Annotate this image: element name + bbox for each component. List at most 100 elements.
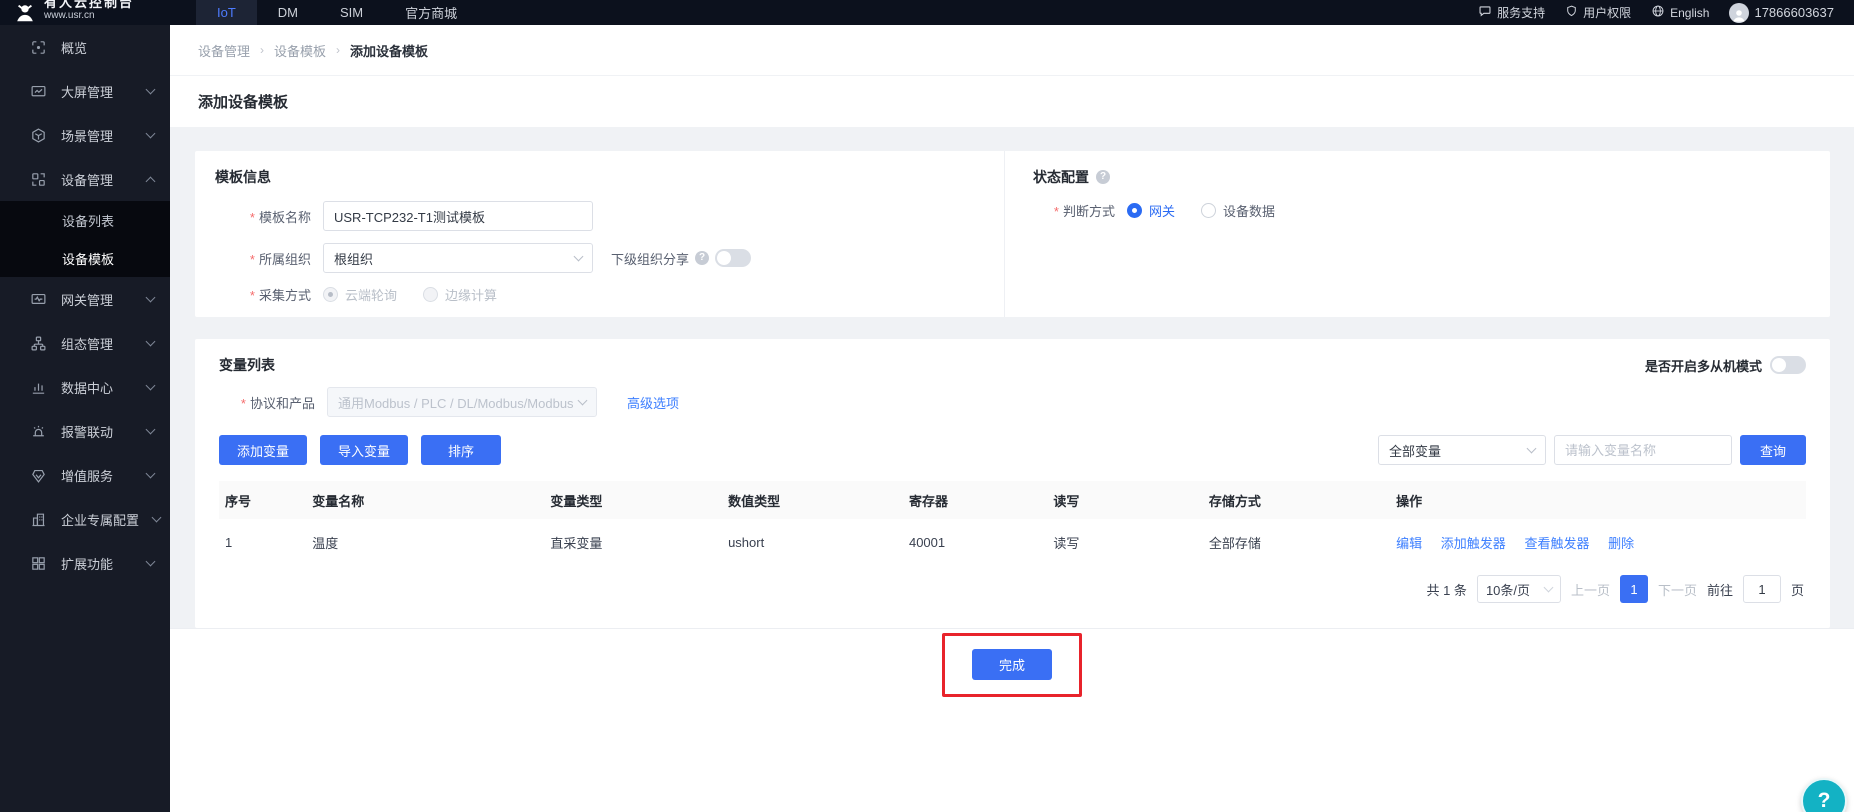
status-config-title: 状态配置 <box>1033 167 1830 187</box>
variable-search-input[interactable] <box>1554 435 1732 465</box>
variable-table: 序号 变量名称 变量类型 数值类型 寄存器 读写 存储方式 操作 1 温度 直采… <box>219 481 1806 565</box>
sidebar-item-device[interactable]: 设备管理 <box>0 157 170 201</box>
help-icon[interactable] <box>1096 170 1110 184</box>
sidebar-item-value-service[interactable]: 增值服务 <box>0 453 170 497</box>
cell-data-type: ushort <box>722 519 903 565</box>
radio-cloud-polling[interactable]: 云端轮询 <box>323 285 397 304</box>
radio-edge-computing[interactable]: 边缘计算 <box>423 285 497 304</box>
breadcrumb-current: 添加设备模板 <box>350 41 428 60</box>
scene-icon <box>30 127 47 144</box>
gateway-icon <box>30 291 47 308</box>
finish-button[interactable]: 完成 <box>972 649 1052 680</box>
sort-button[interactable]: 排序 <box>421 435 501 465</box>
next-page-button[interactable]: 下一页 <box>1658 580 1697 599</box>
edit-link[interactable]: 编辑 <box>1396 536 1422 551</box>
radio-icon <box>1127 203 1142 218</box>
enterprise-icon <box>30 511 47 528</box>
cell-type: 直采变量 <box>544 519 722 565</box>
add-variable-button[interactable]: 添加变量 <box>219 435 307 465</box>
sidebar-item-gateway[interactable]: 网关管理 <box>0 277 170 321</box>
chevron-down-icon <box>146 129 156 139</box>
org-select[interactable]: 根组织 <box>323 243 593 273</box>
support-menu[interactable]: 服务支持 <box>1478 4 1545 21</box>
cell-name: 温度 <box>306 519 544 565</box>
template-info-card: 模板信息 模板名称 所属组织 根组织 下级组织分享 采集方式 <box>195 151 1830 317</box>
chevron-down-icon <box>146 293 156 303</box>
footer-action-bar: 完成 <box>170 628 1854 812</box>
top-nav-tabs: IoT DM SIM 官方商城 <box>196 0 478 25</box>
sidebar: 概览 大屏管理 场景管理 设备管理 设备列表 设备模板 网关管理 组态管理 数据… <box>0 25 170 812</box>
template-name-label: 模板名称 <box>215 207 311 226</box>
sidebar-item-device-list[interactable]: 设备列表 <box>0 201 170 239</box>
topbar: 有人云控制台 www.usr.cn IoT DM SIM 官方商城 服务支持 用… <box>0 0 1854 25</box>
page-size-select[interactable]: 10条/页 <box>1477 575 1561 603</box>
chevron-down-icon <box>1543 582 1553 592</box>
bigscreen-icon <box>30 83 47 100</box>
sidebar-item-data-center[interactable]: 数据中心 <box>0 365 170 409</box>
col-no: 序号 <box>219 481 306 519</box>
goto-page-input[interactable] <box>1743 575 1781 603</box>
search-button[interactable]: 查询 <box>1740 435 1806 465</box>
sidebar-item-bigscreen[interactable]: 大屏管理 <box>0 69 170 113</box>
breadcrumb-device-template[interactable]: 设备模板 <box>274 41 326 60</box>
chevron-down-icon <box>146 381 156 391</box>
table-row: 1 温度 直采变量 ushort 40001 读写 全部存储 编辑 添加触发器 … <box>219 519 1806 565</box>
chevron-down-icon <box>574 251 584 261</box>
multi-slave-toggle[interactable] <box>1770 356 1806 374</box>
tab-dm[interactable]: DM <box>257 0 319 25</box>
brand-name: 有人云控制台 <box>44 0 134 9</box>
breadcrumb: 设备管理 › 设备模板 › 添加设备模板 <box>170 25 1854 76</box>
topbar-right: 服务支持 用户权限 English 17866603637 <box>1478 3 1854 23</box>
sidebar-item-device-template[interactable]: 设备模板 <box>0 239 170 277</box>
variable-filter-select[interactable]: 全部变量 <box>1378 435 1546 465</box>
current-page-button[interactable]: 1 <box>1620 575 1648 603</box>
cell-rw: 读写 <box>1047 519 1203 565</box>
breadcrumb-device-management[interactable]: 设备管理 <box>198 41 250 60</box>
tab-sim[interactable]: SIM <box>319 0 384 25</box>
sidebar-item-topology[interactable]: 组态管理 <box>0 321 170 365</box>
language-switch[interactable]: English <box>1651 4 1709 21</box>
sidebar-item-extension[interactable]: 扩展功能 <box>0 541 170 585</box>
chevron-down-icon <box>1527 443 1537 453</box>
protocol-select[interactable]: 通用Modbus / PLC / DL/Modbus/Modbus RT <box>327 387 597 417</box>
shield-icon <box>1565 4 1578 21</box>
radio-device-data[interactable]: 设备数据 <box>1201 201 1275 220</box>
import-variable-button[interactable]: 导入变量 <box>320 435 408 465</box>
main-content: 设备管理 › 设备模板 › 添加设备模板 添加设备模板 模板信息 模板名称 所属… <box>170 25 1854 812</box>
col-rw: 读写 <box>1047 481 1203 519</box>
radio-gateway[interactable]: 网关 <box>1127 201 1175 220</box>
col-name: 变量名称 <box>306 481 544 519</box>
pagination-total: 共 1 条 <box>1426 580 1466 599</box>
sub-org-share-toggle[interactable] <box>715 249 751 267</box>
account-menu[interactable]: 17866603637 <box>1729 3 1834 23</box>
sidebar-item-scene[interactable]: 场景管理 <box>0 113 170 157</box>
advanced-options-link[interactable]: 高级选项 <box>627 393 679 412</box>
delete-link[interactable]: 删除 <box>1608 536 1634 551</box>
variable-list-card: 变量列表 是否开启多从机模式 协议和产品 通用Modbus / PLC / DL… <box>195 339 1830 628</box>
alarm-icon <box>30 423 47 440</box>
data-center-icon <box>30 379 47 396</box>
tab-mall[interactable]: 官方商城 <box>384 0 478 25</box>
col-type: 变量类型 <box>544 481 722 519</box>
sidebar-item-alarm[interactable]: 报警联动 <box>0 409 170 453</box>
add-trigger-link[interactable]: 添加触发器 <box>1441 536 1506 551</box>
pagination: 共 1 条 10条/页 上一页 1 下一页 前往 页 <box>219 575 1806 603</box>
view-trigger-link[interactable]: 查看触发器 <box>1524 536 1589 551</box>
page-header: 设备管理 › 设备模板 › 添加设备模板 添加设备模板 <box>170 25 1854 127</box>
sidebar-item-enterprise[interactable]: 企业专属配置 <box>0 497 170 541</box>
sidebar-item-overview[interactable]: 概览 <box>0 25 170 69</box>
variable-list-title: 变量列表 <box>219 355 275 375</box>
device-submenu: 设备列表 设备模板 <box>0 201 170 277</box>
goto-label: 前往 <box>1707 580 1733 599</box>
template-name-input[interactable] <box>323 201 593 231</box>
judge-method-label: 判断方式 <box>1033 201 1115 220</box>
table-header-row: 序号 变量名称 变量类型 数值类型 寄存器 读写 存储方式 操作 <box>219 481 1806 519</box>
brand[interactable]: 有人云控制台 www.usr.cn <box>0 2 170 24</box>
permission-menu[interactable]: 用户权限 <box>1565 4 1631 21</box>
prev-page-button[interactable]: 上一页 <box>1571 580 1610 599</box>
tab-iot[interactable]: IoT <box>196 0 257 25</box>
chat-icon <box>1478 4 1492 21</box>
multi-slave-group: 是否开启多从机模式 <box>1645 356 1806 375</box>
chevron-down-icon <box>146 557 156 567</box>
help-icon[interactable] <box>695 251 709 265</box>
